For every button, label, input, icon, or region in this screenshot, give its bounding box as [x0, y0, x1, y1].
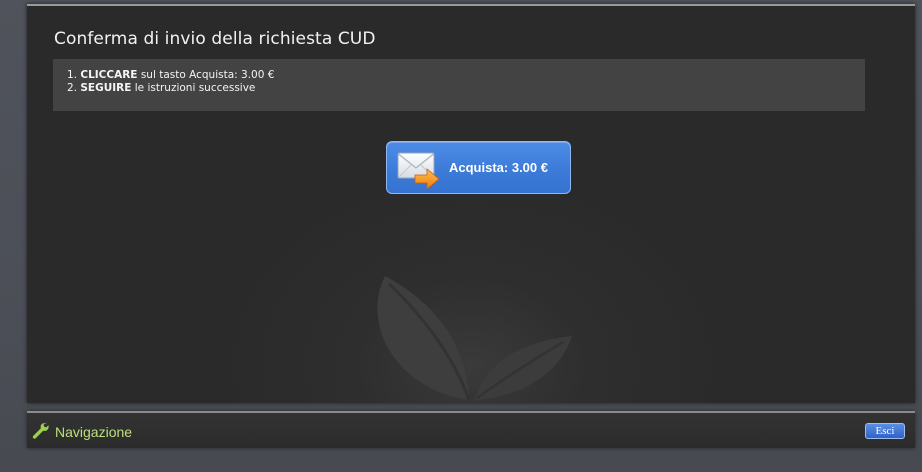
wrench-icon [32, 422, 49, 439]
navigation-bar: Navigazione Esci [27, 411, 915, 448]
buy-button[interactable]: Acquista: 3.00 € [386, 141, 571, 194]
navigation-title: Navigazione [55, 424, 133, 440]
page-title: Conferma di invio della richiesta CUD [54, 29, 376, 49]
step-number: 2. [67, 82, 78, 94]
mail-send-icon [397, 152, 440, 189]
exit-button[interactable]: Esci [865, 423, 905, 439]
step-number: 1. [67, 69, 78, 81]
step-text: le istruzioni successive [131, 82, 256, 94]
main-panel: Conferma di invio della richiesta CUD 1.… [27, 4, 915, 403]
step-text: sul tasto Acquista: 3.00 € [137, 69, 275, 81]
instruction-step: 2. SEGUIRE le istruzioni successive [67, 82, 865, 95]
buy-button-label: Acquista: 3.00 € [449, 160, 548, 175]
instruction-step: 1. CLICCARE sul tasto Acquista: 3.00 € [67, 69, 865, 82]
leaf-watermark-icon [377, 276, 572, 401]
step-keyword: SEGUIRE [80, 82, 132, 94]
instructions-box: 1. CLICCARE sul tasto Acquista: 3.00 € 2… [53, 59, 865, 111]
step-keyword: CLICCARE [80, 69, 138, 81]
